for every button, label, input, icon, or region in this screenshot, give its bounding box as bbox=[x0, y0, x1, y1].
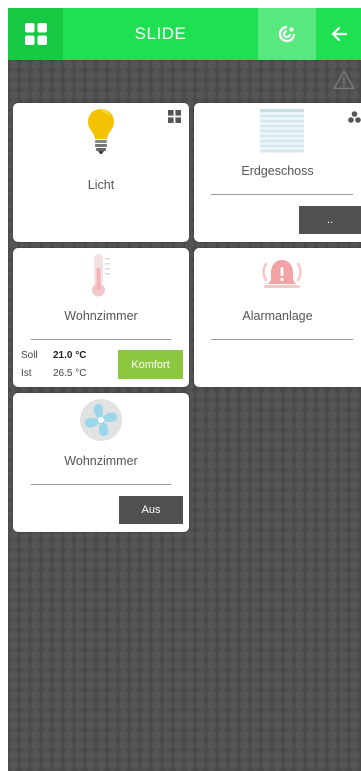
fan-icon bbox=[80, 399, 122, 441]
page-title: SLIDE bbox=[134, 24, 187, 43]
light-bulb-icon bbox=[88, 109, 114, 154]
tile-label-licht: Licht bbox=[87, 178, 115, 192]
actual-temp-row: Ist 26.5 °C bbox=[21, 368, 86, 379]
thermometer-icon bbox=[92, 254, 110, 297]
tile-erdgeschoss[interactable]: Erdgeschoss .. bbox=[194, 103, 361, 242]
menu-button[interactable] bbox=[8, 8, 63, 60]
divider bbox=[211, 194, 353, 195]
group-grid-icon[interactable] bbox=[168, 110, 181, 123]
app-header: SLIDE bbox=[8, 8, 361, 60]
mode-komfort-button[interactable]: Komfort bbox=[118, 350, 183, 379]
tile-thermostat-wohnzimmer[interactable]: Wohnzimmer Soll 21.0 °C Ist 26.5 °C Komfor… bbox=[13, 248, 189, 387]
divider bbox=[211, 339, 353, 340]
setpoint-row: Soll 21.0 °C bbox=[21, 350, 86, 361]
remote-connection-icon bbox=[278, 25, 296, 43]
actual-temp-value: 26.5 °C bbox=[53, 368, 87, 379]
tile-fan-wohnzimmer[interactable]: Wohnzimmer Aus bbox=[13, 393, 189, 532]
alarm-bell-icon bbox=[262, 260, 302, 288]
grid-menu-icon bbox=[24, 23, 47, 45]
arrow-left-icon bbox=[331, 26, 347, 42]
divider bbox=[31, 484, 171, 485]
tile-label-fan: Wohnzimmer bbox=[64, 454, 138, 468]
actual-temp-label: Ist bbox=[21, 368, 32, 379]
tile-label-thermostat: Wohnzimmer bbox=[64, 309, 138, 323]
window-blind-icon bbox=[260, 109, 304, 153]
divider bbox=[31, 339, 171, 340]
group-icon[interactable] bbox=[348, 111, 361, 123]
setpoint-value: 21.0 °C bbox=[53, 350, 87, 361]
tile-licht[interactable]: Licht bbox=[13, 103, 189, 242]
remote-connection-button[interactable] bbox=[258, 8, 316, 60]
fan-off-button[interactable]: Aus bbox=[119, 496, 183, 524]
warning-icon[interactable] bbox=[333, 70, 355, 90]
erdgeschoss-action-button[interactable]: .. bbox=[299, 206, 361, 234]
back-button[interactable] bbox=[316, 8, 361, 60]
tile-label-erdgeschoss: Erdgeschoss bbox=[241, 164, 314, 178]
tile-label-alarmanlage: Alarmanlage bbox=[242, 309, 313, 323]
setpoint-label: Soll bbox=[21, 350, 38, 361]
tile-alarmanlage[interactable]: Alarmanlage bbox=[194, 248, 361, 387]
